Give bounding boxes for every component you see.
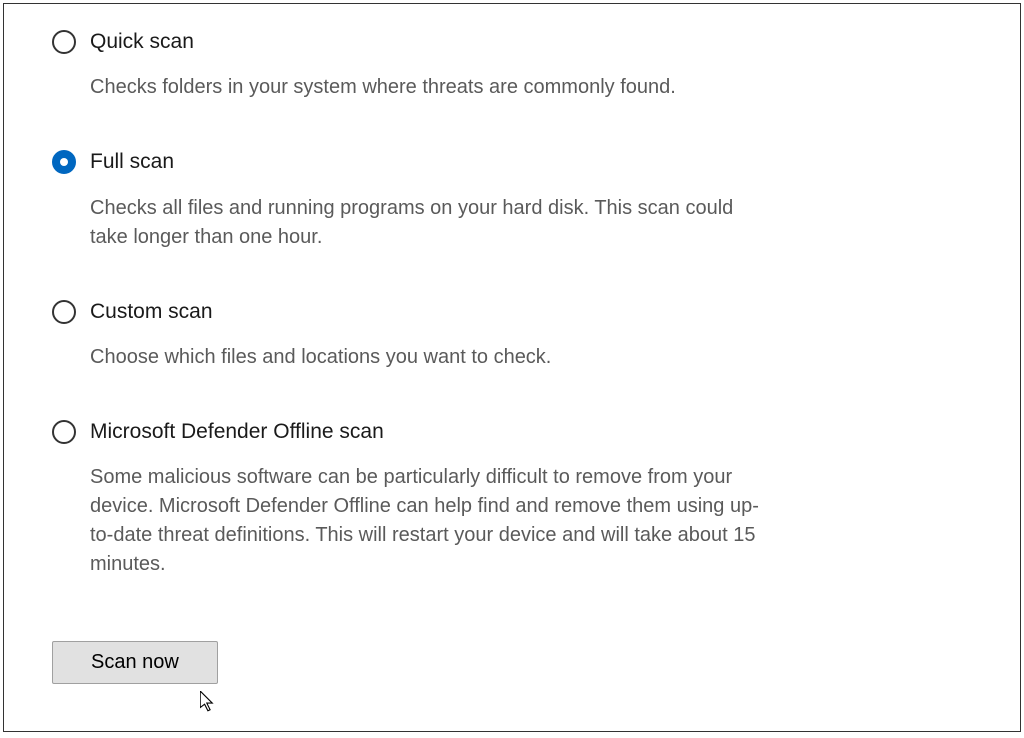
scan-options-window: Quick scan Checks folders in your system…: [3, 3, 1021, 732]
option-defender-offline-scan[interactable]: Microsoft Defender Offline scan Some mal…: [52, 418, 772, 579]
radio-defender-offline-scan[interactable]: [52, 420, 76, 444]
option-custom-scan[interactable]: Custom scan Choose which files and locat…: [52, 298, 772, 372]
option-text-quick-scan: Quick scan Checks folders in your system…: [90, 28, 676, 102]
radio-custom-scan[interactable]: [52, 300, 76, 324]
radio-full-scan[interactable]: [52, 150, 76, 174]
button-row: Scan now: [52, 641, 972, 684]
option-title: Full scan: [90, 148, 772, 175]
option-text-custom-scan: Custom scan Choose which files and locat…: [90, 298, 551, 372]
option-text-defender-offline-scan: Microsoft Defender Offline scan Some mal…: [90, 418, 772, 579]
option-desc: Some malicious software can be particula…: [90, 463, 772, 579]
option-title: Quick scan: [90, 28, 676, 55]
option-desc: Checks all files and running programs on…: [90, 194, 772, 252]
option-quick-scan[interactable]: Quick scan Checks folders in your system…: [52, 28, 772, 102]
option-title: Custom scan: [90, 298, 551, 325]
scan-now-button[interactable]: Scan now: [52, 641, 218, 684]
option-desc: Checks folders in your system where thre…: [90, 73, 676, 102]
option-text-full-scan: Full scan Checks all files and running p…: [90, 148, 772, 251]
radio-quick-scan[interactable]: [52, 30, 76, 54]
option-desc: Choose which files and locations you wan…: [90, 343, 551, 372]
option-title: Microsoft Defender Offline scan: [90, 418, 772, 445]
scan-options-list: Quick scan Checks folders in your system…: [52, 28, 772, 579]
option-full-scan[interactable]: Full scan Checks all files and running p…: [52, 148, 772, 251]
